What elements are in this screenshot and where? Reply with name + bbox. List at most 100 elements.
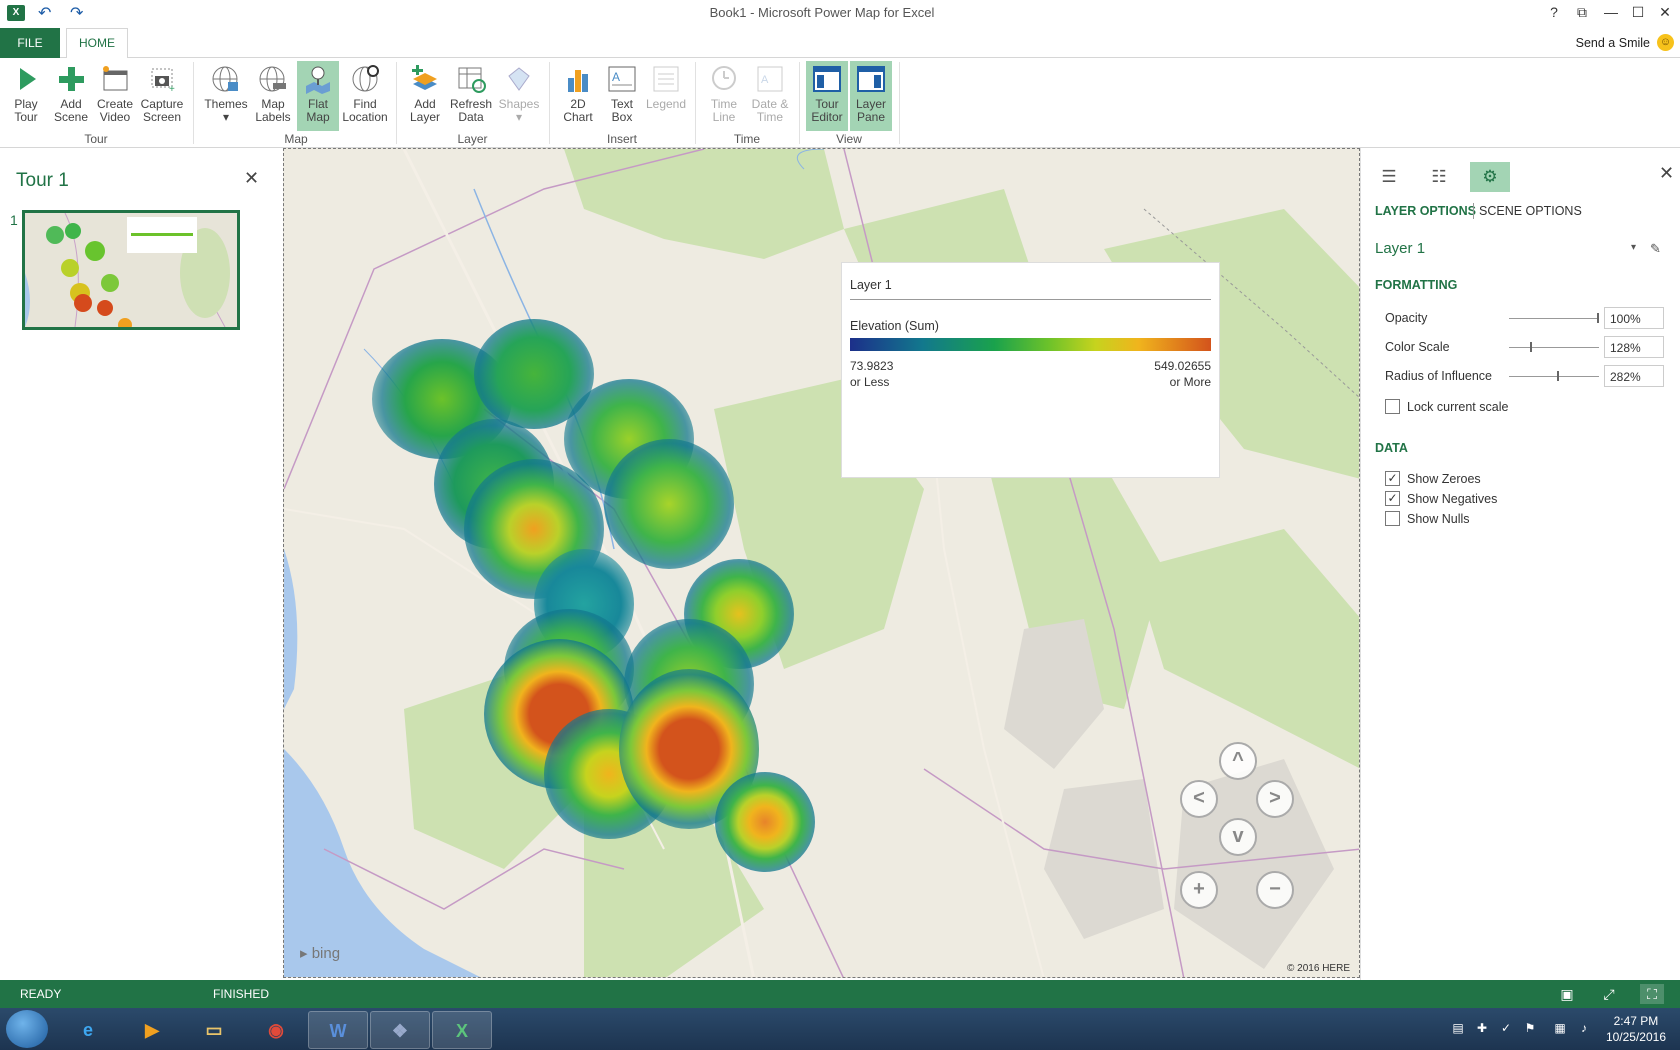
create-video-button[interactable]: Create Video (94, 61, 136, 131)
shapes-button[interactable]: Shapes ▾ (496, 61, 542, 131)
refresh-icon (458, 67, 486, 93)
flat-map-icon (306, 66, 330, 94)
chevron-left-icon: < (1193, 787, 1205, 809)
radius-value-field[interactable]: 282% (1604, 365, 1664, 387)
opacity-value-field[interactable]: 100% (1604, 307, 1664, 329)
volume-icon[interactable]: ♪ (1576, 1021, 1592, 1037)
bing-text: bing (311, 945, 341, 962)
show-negatives-checkbox[interactable]: ✓ (1385, 491, 1400, 506)
field-list-icon[interactable]: ☷ (1419, 162, 1459, 192)
add-layer-label-2: Layer (409, 110, 441, 124)
chrome-icon[interactable]: ◉ (246, 1011, 306, 1049)
scene-thumbnail[interactable] (22, 210, 240, 330)
smiley-icon[interactable]: ☺ (1657, 34, 1674, 51)
tab-scene-options[interactable]: SCENE OPTIONS (1479, 204, 1582, 218)
close-window-button[interactable]: ✕ (1654, 4, 1676, 22)
python-icon[interactable]: ❖ (370, 1011, 430, 1049)
data-heading: DATA (1375, 441, 1408, 455)
tab-file[interactable]: FILE (0, 28, 60, 58)
find-location-button[interactable]: Find Location (341, 61, 389, 131)
media-player-icon[interactable]: ▶ (122, 1011, 182, 1049)
chevron-right-icon: > (1269, 787, 1281, 809)
ribbon-display-options-button[interactable]: ⧉ (1571, 4, 1593, 22)
color-scale-slider[interactable] (1509, 347, 1599, 348)
tray-icon[interactable]: ✓ (1498, 1021, 1514, 1037)
add-layer-button[interactable]: Add Layer (403, 61, 447, 131)
text-box-button[interactable]: A Text Box (602, 61, 642, 131)
tray-icon[interactable]: ✚ (1474, 1021, 1490, 1037)
file-explorer-icon[interactable]: ▭ (184, 1011, 244, 1049)
edit-icon[interactable]: ✎ (1650, 241, 1661, 257)
tour-editor-button[interactable]: Tour Editor (806, 61, 848, 131)
tab-layer-options[interactable]: LAYER OPTIONS (1375, 204, 1476, 218)
close-tour-pane-button[interactable]: ✕ (244, 168, 259, 189)
color-scale-slider-thumb[interactable] (1530, 342, 1532, 352)
show-nulls-checkbox[interactable] (1385, 511, 1400, 526)
tour-editor-label-2: Editor (811, 110, 843, 124)
maximize-button[interactable]: ☐ (1627, 4, 1649, 22)
tour-title[interactable]: Tour 1 (16, 170, 69, 192)
color-scale-value-field[interactable]: 128% (1604, 336, 1664, 358)
word-icon[interactable]: W (308, 1011, 368, 1049)
refresh-data-button[interactable]: Refresh Data (448, 61, 494, 131)
tray-icon[interactable]: ⚑ (1522, 1021, 1538, 1037)
start-button[interactable] (6, 1010, 48, 1048)
opacity-slider-thumb[interactable] (1597, 313, 1599, 323)
color-scale-label: Color Scale (1385, 340, 1450, 354)
legend-max-suffix: or More (1169, 375, 1211, 389)
layer-pane-icon (857, 66, 885, 92)
tray-icon[interactable]: ▤ (1450, 1021, 1466, 1037)
date-time-button[interactable]: A Date & Time (748, 61, 792, 131)
legend-button[interactable]: Legend (644, 61, 688, 131)
clock-icon (712, 66, 736, 90)
opacity-label: Opacity (1385, 311, 1428, 325)
themes-button[interactable]: Themes ▾ (203, 61, 249, 131)
opacity-slider[interactable] (1509, 318, 1599, 319)
close-layer-pane-button[interactable]: ✕ (1659, 163, 1674, 184)
add-scene-button[interactable]: Add Scene (49, 61, 93, 131)
excel-icon[interactable]: X (432, 1011, 492, 1049)
pan-up-button[interactable]: ^ (1219, 742, 1257, 780)
minimize-button[interactable]: — (1600, 4, 1622, 22)
legend-color-scale (850, 338, 1211, 351)
status-bar: READY FINISHED ▣ ⤢ ⛶ (0, 980, 1680, 1008)
zoom-in-button[interactable]: + (1180, 871, 1218, 909)
tab-home[interactable]: HOME (66, 28, 128, 59)
flat-map-button[interactable]: Flat Map (297, 61, 339, 131)
chevron-down-icon[interactable]: ▾ (1631, 242, 1636, 253)
internet-explorer-icon[interactable]: e (58, 1011, 118, 1049)
create-video-label-2: Video (99, 110, 131, 124)
send-a-smile-button[interactable]: Send a Smile (1576, 36, 1650, 50)
radius-slider-thumb[interactable] (1557, 371, 1559, 381)
map-canvas[interactable]: Layer 1 Elevation (Sum) 73.9823 or Less … (283, 148, 1360, 978)
map-labels-button[interactable]: Map Labels (251, 61, 295, 131)
map-legend[interactable]: Layer 1 Elevation (Sum) 73.9823 or Less … (841, 262, 1220, 478)
help-button[interactable]: ? (1543, 4, 1565, 22)
2d-chart-button[interactable]: 2D Chart (556, 61, 600, 131)
pan-left-button[interactable]: < (1180, 780, 1218, 818)
plus-icon: + (1193, 878, 1205, 900)
radius-slider[interactable] (1509, 376, 1599, 377)
themes-label-2: ▾ (222, 110, 230, 124)
svg-text:+: + (169, 84, 175, 94)
zoom-out-button[interactable]: − (1256, 871, 1294, 909)
lock-scale-checkbox[interactable] (1385, 399, 1400, 414)
layer-selector[interactable]: Layer 1 (1375, 240, 1425, 257)
picture-icon[interactable]: ▣ (1555, 984, 1579, 1004)
fit-screen-icon[interactable]: ⤢ (1597, 984, 1621, 1004)
show-zeroes-checkbox[interactable]: ✓ (1385, 471, 1400, 486)
pan-down-button[interactable]: v (1219, 818, 1257, 856)
legend-field-name: Elevation (Sum) (850, 319, 939, 333)
2d-chart-label-2: Chart (563, 110, 593, 124)
network-icon[interactable]: ▦ (1552, 1021, 1568, 1037)
gear-icon[interactable]: ⚙ (1470, 162, 1510, 192)
time-line-button[interactable]: Time Line (702, 61, 746, 131)
play-tour-button[interactable]: Play Tour (6, 61, 46, 131)
system-clock[interactable]: 2:47 PM 10/25/2016 (1606, 1013, 1666, 1045)
full-screen-icon[interactable]: ⛶ (1640, 984, 1664, 1004)
layer-pane-button[interactable]: Layer Pane (850, 61, 892, 131)
chevron-up-icon: ^ (1232, 749, 1244, 771)
layers-icon[interactable]: ☰ (1369, 162, 1409, 192)
pan-right-button[interactable]: > (1256, 780, 1294, 818)
capture-screen-button[interactable]: + Capture Screen (138, 61, 186, 131)
